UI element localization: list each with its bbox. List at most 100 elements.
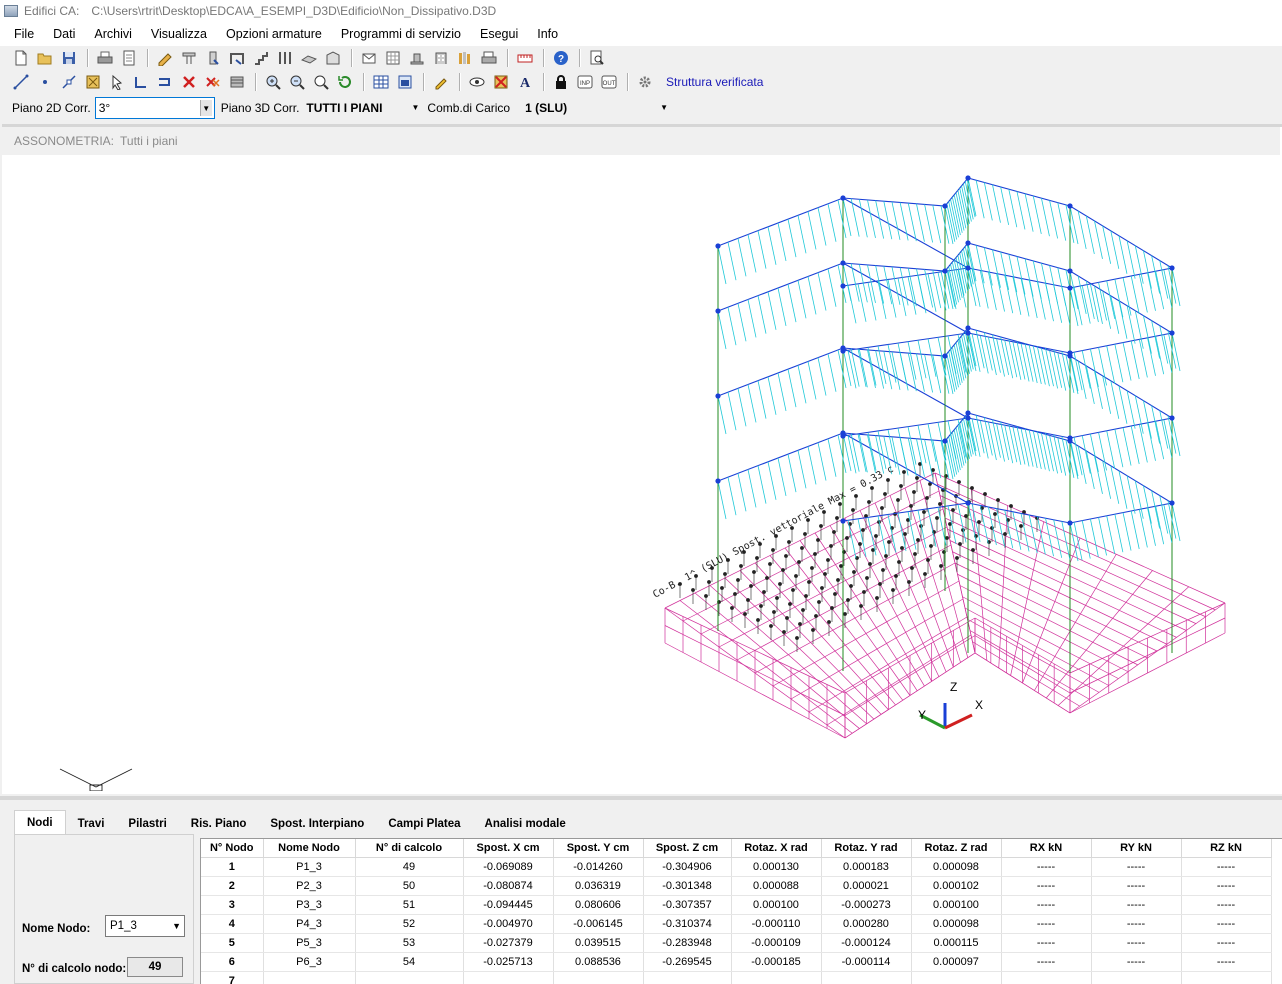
window-button[interactable]: [394, 72, 415, 92]
tool-button-12[interactable]: [430, 48, 451, 68]
table-row[interactable]: 4 P4_3 52 -0.004970 -0.006145 -0.310374 -0.000…: [201, 914, 1272, 934]
toolbar-separator: [363, 73, 365, 91]
toolbar-separator: [579, 49, 581, 67]
table-cell: -----: [1001, 952, 1092, 972]
tool-button-14[interactable]: [478, 48, 499, 68]
piano2d-select[interactable]: 3° ▼: [94, 97, 215, 119]
help-button[interactable]: ?: [550, 48, 571, 68]
delete-all-button[interactable]: [202, 72, 223, 92]
table-cell: -0.000114: [821, 952, 912, 972]
tool-button-6[interactable]: [274, 48, 295, 68]
menu-file[interactable]: File: [0, 22, 43, 46]
table-cell: 0.000088: [731, 876, 822, 896]
drawing-canvas[interactable]: Co-B. 1^ (SLU) Spost. vettoriale Max = 0…: [10, 155, 1282, 792]
lock-button[interactable]: [550, 72, 571, 92]
printer-icon: [97, 51, 112, 64]
table-cell: 0.039515: [553, 933, 644, 953]
print-button[interactable]: [94, 48, 115, 68]
frame-icon: [229, 53, 244, 65]
table-button[interactable]: [370, 72, 391, 92]
table-row[interactable]: 2 P2_3 50 -0.080874 0.036319 -0.301348 0.00008…: [201, 876, 1272, 896]
view-button[interactable]: [466, 72, 487, 92]
table-row[interactable]: 5 P5_3 53 -0.027379 0.039515 -0.283948 -0.0001…: [201, 933, 1272, 953]
table-cell: 0.000100: [731, 895, 822, 915]
menu-archivi[interactable]: Archivi: [85, 22, 141, 46]
zoom-window-button[interactable]: [82, 72, 103, 92]
table-cell: [463, 971, 554, 984]
menu-opzioni-armature[interactable]: Opzioni armature: [217, 22, 331, 46]
zoom-in-button[interactable]: [262, 72, 283, 92]
tool-button-9[interactable]: [358, 48, 379, 68]
print-preview-button[interactable]: [118, 48, 139, 68]
toolbar-separator: [627, 73, 629, 91]
table-cell: P4_3: [263, 914, 356, 934]
tool-button-8[interactable]: [322, 48, 343, 68]
node-name-label: Nome Nodo:: [22, 923, 91, 935]
preview-button[interactable]: [586, 48, 607, 68]
beam-tool-button[interactable]: [154, 72, 175, 92]
menu-dati[interactable]: Dati: [44, 22, 84, 46]
table-cell: [643, 971, 732, 984]
piano3d-select[interactable]: TUTTI I PIANI ▼: [303, 97, 423, 119]
input-button[interactable]: INP: [574, 72, 595, 92]
svg-text:A: A: [519, 76, 530, 90]
tab-spost-interpiano[interactable]: Spost. Interpiano: [258, 814, 376, 834]
tab-analisi-modale[interactable]: Analisi modale: [473, 814, 578, 834]
hide-button[interactable]: [490, 72, 511, 92]
tab-travi[interactable]: Travi: [66, 814, 117, 834]
table-row[interactable]: 7: [201, 971, 1272, 984]
menu-info[interactable]: Info: [528, 22, 567, 46]
tool-button-7[interactable]: [298, 48, 319, 68]
output-button[interactable]: OUT: [598, 72, 619, 92]
tab-pilastri[interactable]: Pilastri: [116, 814, 178, 834]
tool-button-11[interactable]: [406, 48, 427, 68]
draw-button[interactable]: [430, 72, 451, 92]
toolbar-separator: [147, 49, 149, 67]
chevron-down-icon: ▼: [199, 100, 212, 116]
save-button[interactable]: [58, 48, 79, 68]
tool-button-2[interactable]: [178, 48, 199, 68]
menu-esegui[interactable]: Esegui: [471, 22, 527, 46]
open-file-button[interactable]: [34, 48, 55, 68]
tool-button-1[interactable]: [154, 48, 175, 68]
tab-nodi[interactable]: Nodi: [14, 810, 66, 834]
rotate-view-button[interactable]: [334, 72, 355, 92]
zoom-window-icon: [86, 75, 99, 89]
view-mode-value: Tutti i piani: [120, 134, 178, 148]
table-row[interactable]: 6 P6_3 54 -0.025713 0.088536 -0.269545 -0.0001…: [201, 952, 1272, 972]
tool-button-13[interactable]: [454, 48, 475, 68]
menu-visualizza[interactable]: Visualizza: [142, 22, 216, 46]
tool-button-4[interactable]: [226, 48, 247, 68]
point-icon: [42, 80, 47, 84]
segment-tool-button[interactable]: [58, 72, 79, 92]
zoom-all-button[interactable]: [310, 72, 331, 92]
toolbar-separator: [351, 49, 353, 67]
table-row[interactable]: 1 P1_3 49 -0.069089 -0.014260 -0.304906 0.0001…: [201, 857, 1272, 877]
menu-programmi-di-servizio[interactable]: Programmi di servizio: [332, 22, 470, 46]
tool-button-10[interactable]: [382, 48, 403, 68]
node-tool-button[interactable]: [130, 72, 151, 92]
hide-icon: [494, 75, 507, 89]
table-row[interactable]: 3 P3_3 51 -0.094445 0.080606 -0.307357 0.00010…: [201, 895, 1272, 915]
tab-ris-piano[interactable]: Ris. Piano: [179, 814, 259, 834]
regen-button[interactable]: [226, 72, 247, 92]
magnifier-page-icon: [590, 50, 604, 65]
tool-button-15[interactable]: [514, 48, 535, 68]
line-tool-button[interactable]: [10, 72, 31, 92]
tool-button-3[interactable]: [202, 48, 223, 68]
delete-button[interactable]: [178, 72, 199, 92]
table-cell: 0.000097: [911, 952, 1002, 972]
select-tool-button[interactable]: [106, 72, 127, 92]
tool-button-5[interactable]: [250, 48, 271, 68]
columns: [717, 178, 1173, 673]
tab-campi-platea[interactable]: Campi Platea: [376, 814, 472, 834]
new-file-button[interactable]: [10, 48, 31, 68]
point-tool-button[interactable]: [34, 72, 55, 92]
view-mode-label: ASSONOMETRIA:: [14, 134, 115, 148]
text-button[interactable]: A: [514, 72, 535, 92]
settings-button[interactable]: [634, 72, 655, 92]
building-icon: [435, 52, 446, 64]
node-name-select[interactable]: P1_3 ▼: [105, 915, 185, 937]
comb-select[interactable]: 1 (SLU) ▼: [522, 97, 672, 119]
zoom-out-button[interactable]: [286, 72, 307, 92]
